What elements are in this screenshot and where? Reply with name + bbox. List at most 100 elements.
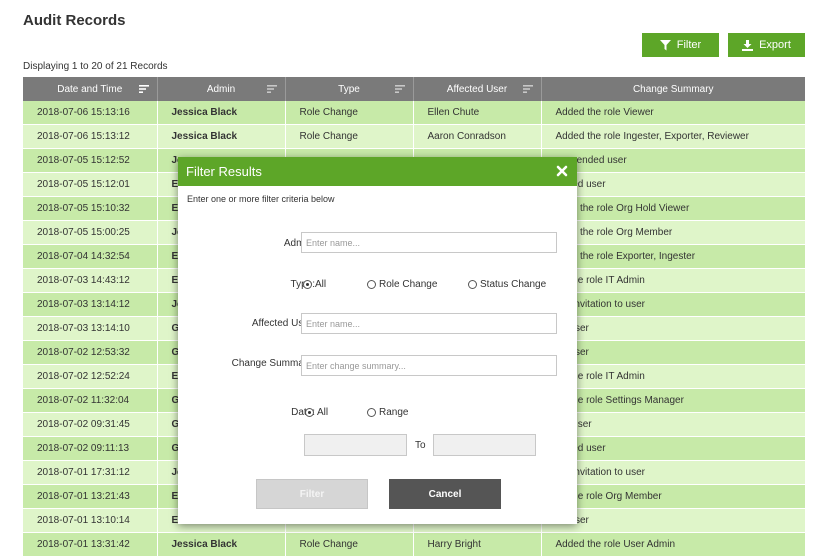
type-cell: Role Change [285,124,414,149]
table-row[interactable]: 2018-07-06 15:13:12 Jessica Black Role Cha… [23,124,806,149]
date-cell: 2018-07-01 13:21:43 [23,484,158,509]
filter-button[interactable]: Filter [642,33,719,57]
admin-cell: Jessica Black [157,101,286,125]
radio-selected-icon [303,280,312,289]
column-header-date[interactable]: Date and Time [23,77,158,101]
admin-cell: Jessica Black [157,532,286,557]
column-header-change-summary[interactable]: Change Summary [541,77,805,101]
column-header-admin[interactable]: Admin [157,77,286,101]
dialog-header: Filter Results [178,157,577,186]
type-radio-all[interactable]: All [303,279,326,290]
change-summary-cell: oved the role Exporter, Ingester [541,244,806,269]
change-summary-input[interactable] [301,355,557,376]
date-cell: 2018-07-05 15:00:25 [23,220,158,245]
date-to-input[interactable] [433,434,536,456]
type-label: Type: [205,279,315,290]
date-radio-range[interactable]: Range [367,407,408,418]
radio-icon [367,408,376,417]
date-cell: 2018-07-06 15:13:12 [23,124,158,149]
column-header-affected-user[interactable]: Affected User [413,77,542,101]
date-cell: 2018-07-05 15:10:32 [23,196,158,221]
date-cell: 2018-07-03 13:14:10 [23,316,158,341]
record-count: Displaying 1 to 20 of 21 Records [23,61,168,72]
column-header-type[interactable]: Type [285,77,414,101]
change-summary-cell: ed user [541,316,806,341]
change-summary-cell: ted user [541,412,806,437]
page-title: Audit Records [23,12,126,29]
date-cell: 2018-07-05 15:12:52 [23,148,158,173]
admin-input[interactable] [301,232,557,253]
change-summary-cell: ed the role IT Admin [541,268,806,293]
download-icon [742,39,754,51]
column-label: Type [338,83,360,95]
change-summary-cell: ended user [541,436,806,461]
change-summary-cell: oved the role Org Hold Viewer [541,196,806,221]
date-cell: 2018-07-01 13:10:14 [23,508,158,533]
radio-selected-icon [305,408,314,417]
affected-user-input[interactable] [301,313,557,334]
affected-user-cell: Harry Bright [413,532,542,557]
date-cell: 2018-07-01 17:31:12 [23,460,158,485]
change-summary-cell: Added the role User Admin [541,532,806,557]
date-cell: 2018-07-04 14:32:54 [23,244,158,269]
change-summary-cell: oved the role Org Member [541,220,806,245]
change-summary-cell: ed the role IT Admin [541,364,806,389]
change-summary-cell: ed the role Org Member [541,484,806,509]
admin-cell: Jessica Black [157,124,286,149]
change-summary-cell: ed user [541,508,806,533]
table-header-row: Date and Time Admin Type Affected User C… [23,77,805,101]
date-cell: 2018-07-02 09:31:45 [23,412,158,437]
funnel-icon [659,39,671,50]
change-summary-cell: ended user [541,172,806,197]
sort-icon [266,85,277,93]
type-cell: Role Change [285,101,414,125]
sort-icon [138,85,149,93]
admin-label: Admin: [283,238,315,249]
sort-icon [522,85,533,93]
column-label: Change Summary [632,83,714,95]
type-radio-role-change[interactable]: Role Change [367,279,437,290]
change-summary-cell: ent invitation to user [541,292,806,317]
radio-label: All [315,279,327,290]
date-cell: 2018-07-01 13:31:42 [23,532,158,557]
date-cell: 2018-07-06 15:13:16 [23,101,158,125]
change-summary-cell: Added the role Ingester, Exporter, Revie… [541,124,806,149]
apply-filter-button[interactable]: Filter [256,479,368,509]
export-button-label: Export [759,39,791,51]
filter-results-dialog: Filter Results Enter one or more filter … [178,157,577,524]
date-label: Date: [291,407,315,418]
change-summary-cell: ent invitation to user [541,460,806,485]
date-to-label: To [415,440,426,451]
radio-label: Range [379,407,409,418]
change-summary-label: Change Summary: [231,358,315,369]
export-button[interactable]: Export [728,33,805,57]
table-row[interactable]: 2018-07-06 15:13:16 Jessica Black Role Cha… [23,101,806,125]
date-cell: 2018-07-02 09:11:13 [23,436,158,461]
close-icon[interactable] [555,164,569,178]
dialog-title: Filter Results [186,164,262,179]
radio-icon [367,280,376,289]
filter-button-label: Filter [676,39,702,51]
affected-user-cell: Ellen Chute [413,101,542,125]
radio-label: Status Change [480,279,547,290]
date-cell: 2018-07-02 12:52:24 [23,364,158,389]
table-row[interactable]: 2018-07-01 13:31:42 Jessica Black Role Cha… [23,532,806,557]
type-radio-status-change[interactable]: Status Change [468,279,546,290]
date-cell: 2018-07-03 14:43:12 [23,268,158,293]
affected-user-cell: Aaron Conradson [413,124,542,149]
sort-icon [394,85,405,93]
change-summary-cell: Added the role Viewer [541,101,806,125]
date-cell: 2018-07-02 11:32:04 [23,388,158,413]
date-from-input[interactable] [304,434,407,456]
change-summary-cell: ed the role Settings Manager [541,388,806,413]
column-label: Affected User [446,83,508,95]
radio-label: All [317,407,329,418]
affected-user-label: Affected User: [251,318,315,329]
column-label: Admin [206,83,236,95]
radio-label: Role Change [379,279,438,290]
date-radio-all[interactable]: All [305,407,328,418]
column-label: Date and Time [57,83,123,95]
date-cell: 2018-07-02 12:53:32 [23,340,158,365]
cancel-button[interactable]: Cancel [389,479,501,509]
date-cell: 2018-07-03 13:14:12 [23,292,158,317]
